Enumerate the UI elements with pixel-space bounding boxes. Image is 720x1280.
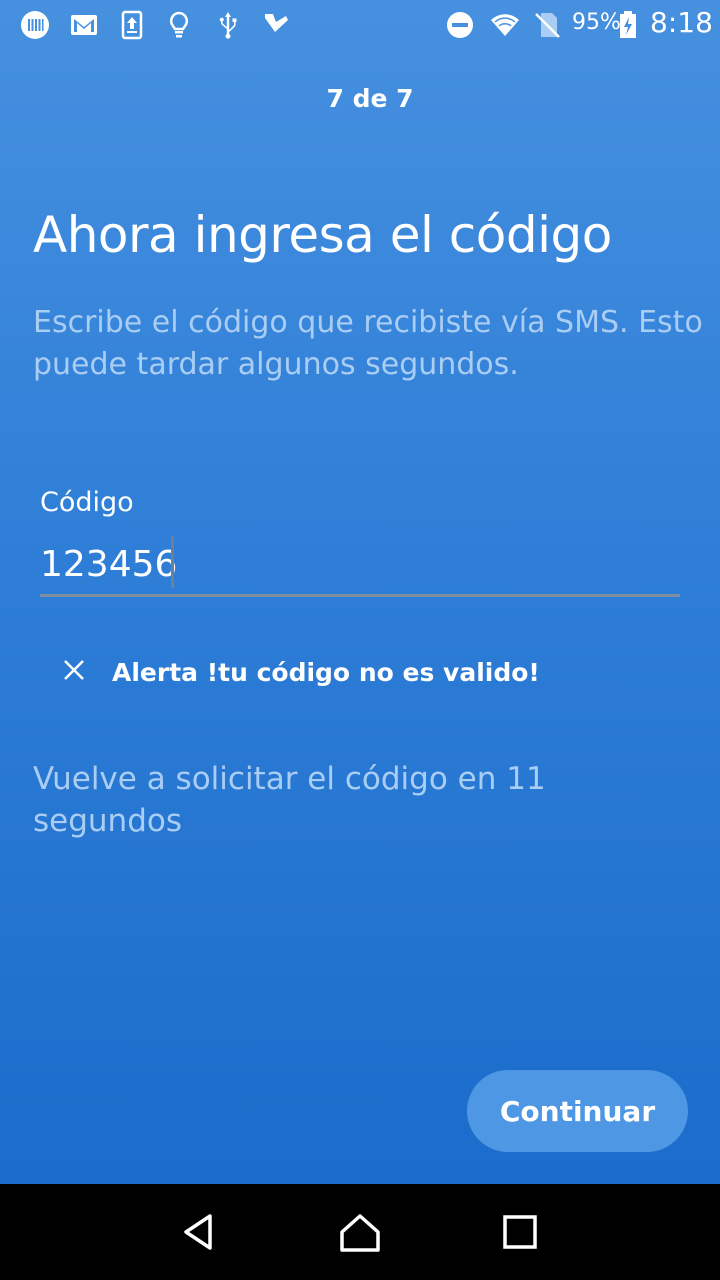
close-icon[interactable]: [60, 656, 88, 688]
wifi-icon: [488, 8, 522, 42]
clock: 8:18: [650, 6, 713, 39]
page-title: Ahora ingresa el código: [33, 206, 612, 264]
continue-button[interactable]: Continuar: [467, 1070, 688, 1152]
do-not-disturb-icon: [443, 8, 477, 42]
battery-percentage: 95%: [572, 10, 621, 35]
lightbulb-icon: [162, 8, 196, 42]
home-icon[interactable]: [330, 1202, 390, 1262]
page-subtitle: Escribe el código que recibiste vía SMS.…: [33, 305, 703, 382]
battery-icon: [616, 8, 640, 42]
navigation-bar: [0, 1184, 720, 1280]
gmail-icon: [67, 8, 101, 42]
upload-icon: [115, 8, 149, 42]
recents-icon[interactable]: [490, 1202, 550, 1262]
text-cursor: [171, 536, 174, 588]
verification-screen: 95% 8:18 7 de 7 Ahora ingresa el código …: [0, 0, 720, 1184]
status-bar: 95% 8:18: [0, 0, 720, 50]
code-input[interactable]: [40, 535, 680, 597]
back-icon[interactable]: [170, 1202, 230, 1262]
error-alert: Alerta !tu código no es valido!: [60, 656, 540, 688]
usb-icon: [211, 8, 245, 42]
no-sim-icon: [530, 8, 564, 42]
code-field-label: Código: [40, 487, 134, 518]
resend-countdown: Vuelve a solicitar el código en 11 segun…: [33, 761, 546, 839]
check-app-icon: [259, 8, 293, 42]
alert-message: Alerta !tu código no es valido!: [112, 657, 540, 687]
carrier-icon: [18, 8, 52, 42]
step-indicator: 7 de 7: [326, 84, 414, 113]
